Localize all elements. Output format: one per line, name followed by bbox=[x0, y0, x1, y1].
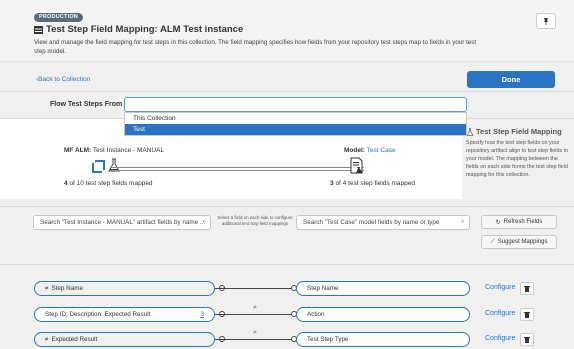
test-case-doc-icon bbox=[350, 157, 363, 174]
chevron-down-icon: ▾ bbox=[461, 219, 464, 225]
delete-mapping-button[interactable] bbox=[520, 282, 534, 295]
flask-icon bbox=[466, 128, 474, 136]
back-link-label: Back to Collection bbox=[38, 76, 91, 83]
model-link[interactable]: Test Case bbox=[367, 147, 396, 154]
transform-icon[interactable]: ≠ bbox=[251, 304, 259, 312]
target-field-test-step-type[interactable]: Test Step Type bbox=[296, 332, 470, 347]
page-title: Test Step Field Mapping: ALM Test instan… bbox=[46, 24, 244, 35]
model-mapped-number: 3 bbox=[330, 180, 334, 187]
source-name: Test Instance - MANUAL bbox=[92, 147, 165, 154]
help-sidebar: Test Step Field Mapping Specify how the … bbox=[466, 127, 568, 179]
target-field-action[interactable]: Action bbox=[296, 307, 470, 322]
source-field-label: Step Name bbox=[51, 285, 83, 292]
environment-badge: PRODUCTION bbox=[34, 13, 83, 22]
source-mapped-number: 4 bbox=[64, 180, 68, 187]
source-mapped-count: 4 of 10 test step fields mapped bbox=[64, 180, 153, 187]
model-field-search[interactable]: Search "Test Case" model fields by name … bbox=[296, 215, 470, 230]
dropdown-option-test[interactable]: Test bbox=[125, 124, 466, 135]
magic-wand-icon: ⟋ bbox=[490, 238, 495, 245]
target-field-label: Test Step Type bbox=[307, 336, 349, 343]
source-artifact-title: MF ALM: Test Instance - MANUAL bbox=[64, 147, 164, 154]
source-mapped-text: of 10 test step fields mapped bbox=[69, 180, 153, 187]
field-count-badge[interactable]: 3 bbox=[200, 308, 204, 321]
divider bbox=[0, 264, 574, 265]
mapping-connector-line bbox=[110, 167, 364, 168]
pin-button[interactable] bbox=[536, 13, 556, 29]
configure-link[interactable]: Configure bbox=[485, 335, 515, 342]
help-body: Specify how the test step fields on your… bbox=[466, 140, 568, 178]
transform-icon[interactable]: ≠ bbox=[251, 329, 259, 337]
page-description: View and manage the field mapping for te… bbox=[34, 39, 477, 55]
model-mapped-count: 3 of 4 test step fields mapped bbox=[330, 180, 415, 187]
refresh-fields-label: Refresh Fields bbox=[503, 219, 543, 225]
model-mapped-text: of 4 test step fields mapped bbox=[335, 180, 415, 187]
source-prefix: MF ALM: bbox=[64, 147, 92, 154]
mapping-connector bbox=[215, 288, 296, 289]
source-field-step-name[interactable]: ≠ Step Name bbox=[34, 281, 215, 296]
source-field-step-id-description-expected-result[interactable]: Step ID; Description; Expected Result 3 bbox=[34, 307, 215, 322]
source-field-search[interactable]: Search "Test Instance - MANUAL" artifact… bbox=[33, 215, 211, 230]
model-title: Model: Test Case bbox=[344, 147, 396, 154]
source-search-placeholder: Search "Test Instance - MANUAL" artifact… bbox=[40, 219, 206, 226]
refresh-fields-button[interactable]: ↻ Refresh Fields bbox=[481, 215, 557, 229]
pin-icon bbox=[543, 18, 549, 25]
dropdown-option-this-collection[interactable]: This Collection bbox=[125, 113, 466, 124]
back-to-collection-link[interactable]: ‹Back to Collection bbox=[36, 76, 90, 83]
target-field-label: Step Name bbox=[307, 285, 339, 292]
trash-icon bbox=[524, 312, 530, 318]
done-button[interactable]: Done bbox=[467, 71, 555, 88]
configure-link[interactable]: Configure bbox=[485, 310, 515, 317]
target-field-step-name[interactable]: Step Name bbox=[296, 281, 470, 296]
mapping-connector bbox=[215, 314, 296, 315]
flow-test-steps-select[interactable] bbox=[124, 97, 467, 112]
flow-test-steps-label: Flow Test Steps From bbox=[50, 101, 123, 108]
help-title-text: Test Step Field Mapping bbox=[476, 127, 562, 136]
divider bbox=[0, 91, 574, 92]
configure-link[interactable]: Configure bbox=[485, 284, 515, 291]
constant-icon: ≠ bbox=[45, 336, 49, 343]
source-field-label: Expected Result bbox=[51, 336, 98, 343]
trash-icon bbox=[524, 286, 530, 292]
delete-mapping-button[interactable] bbox=[520, 308, 534, 321]
table-icon bbox=[34, 26, 43, 34]
mapping-connector bbox=[215, 339, 296, 340]
constant-icon: ≠ bbox=[45, 285, 49, 292]
flow-test-steps-dropdown: This Collection Test bbox=[124, 112, 467, 136]
alm-logo-icon bbox=[92, 160, 105, 173]
divider bbox=[0, 206, 574, 207]
delete-mapping-button[interactable] bbox=[520, 333, 534, 346]
target-field-label: Action bbox=[307, 311, 325, 318]
suggest-mappings-button[interactable]: ⟋ Suggest Mappings bbox=[481, 235, 557, 249]
chevron-down-icon: ▾ bbox=[202, 219, 205, 225]
trash-icon bbox=[524, 337, 530, 343]
source-field-expected-result[interactable]: ≠ Expected Result bbox=[34, 332, 215, 347]
mapping-hint: Select a field on each side to configure… bbox=[217, 215, 293, 226]
model-prefix: Model: bbox=[344, 147, 365, 154]
suggest-mappings-label: Suggest Mappings bbox=[497, 239, 548, 245]
mapping-connector-line bbox=[110, 170, 364, 171]
refresh-icon: ↻ bbox=[495, 219, 501, 226]
source-field-label: Step ID; Description; Expected Result bbox=[45, 311, 151, 318]
help-title: Test Step Field Mapping bbox=[466, 127, 568, 136]
model-search-placeholder: Search "Test Case" model fields by name … bbox=[303, 219, 440, 226]
